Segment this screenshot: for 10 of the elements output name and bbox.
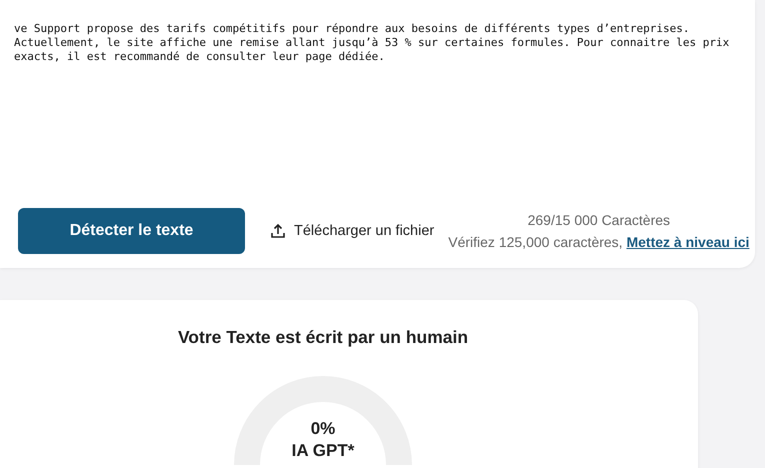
character-counter: 269/15 000 Caractères (528, 212, 670, 228)
upload-button[interactable]: Télécharger un fichier (270, 223, 434, 239)
detect-button[interactable]: Détecter le texte (18, 208, 245, 254)
upgrade-note: Vérifiez 125,000 caractères, (448, 234, 623, 250)
upload-icon (270, 223, 286, 239)
text-editor[interactable]: ve Support propose des tarifs compétitifs pour répondre aux besoins de différents types d’entreprises. Actuellement, le site affiche une remise allant jusqu’à 53 % sur certaines formules. Pour connaitre les prix exacts, il est recommandé de consulter leur page dédiée. (14, 22, 755, 208)
upgrade-link[interactable]: Mettez à niveau ici (626, 234, 750, 250)
gauge-label: IA GPT* (292, 441, 354, 461)
result-title: Votre Texte est écrit par un humain (178, 327, 468, 348)
gauge-value: 0% (310, 419, 336, 439)
